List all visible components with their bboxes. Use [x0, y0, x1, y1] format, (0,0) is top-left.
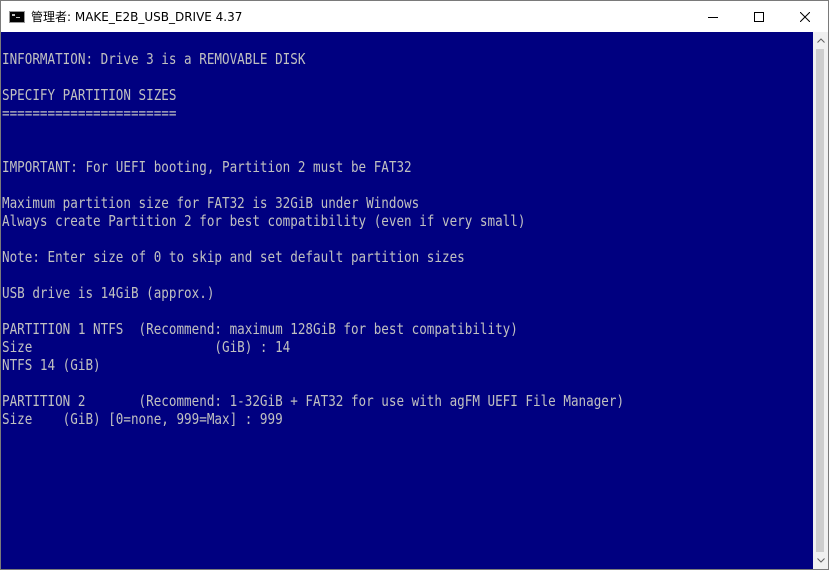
console-line: Size (GiB) : 14 — [2, 338, 291, 356]
console-line: PARTITION 2 (Recommend: 1-32GiB + FAT32 … — [2, 392, 625, 410]
console-output[interactable]: INFORMATION: Drive 3 is a REMOVABLE DISK… — [1, 32, 813, 569]
close-icon — [800, 11, 810, 22]
console-line: USB drive is 14GiB (approx.) — [2, 284, 215, 302]
console-line: IMPORTANT: For UEFI booting, Partition 2… — [2, 158, 412, 176]
vertical-scrollbar[interactable] — [813, 32, 828, 569]
console-line: Maximum partition size for FAT32 is 32Gi… — [2, 194, 420, 212]
console-window: 管理者: MAKE_E2B_USB_DRIVE 4.37 INFORMATION… — [0, 0, 829, 570]
console-line: PARTITION 1 NTFS (Recommend: maximum 128… — [2, 320, 518, 338]
scroll-up-button[interactable] — [813, 32, 828, 49]
close-button[interactable] — [782, 1, 828, 32]
console-line: SPECIFY PARTITION SIZES — [2, 86, 177, 104]
console-line: Always create Partition 2 for best compa… — [2, 212, 526, 230]
maximize-button[interactable] — [736, 1, 782, 32]
scroll-down-button[interactable] — [813, 552, 828, 569]
minimize-icon — [708, 16, 718, 18]
minimize-button[interactable] — [690, 1, 736, 32]
console-app-icon[interactable] — [9, 10, 25, 23]
window-title: 管理者: MAKE_E2B_USB_DRIVE 4.37 — [31, 10, 243, 24]
window-controls — [690, 1, 828, 32]
console-line: NTFS 14 (GiB) — [2, 356, 101, 374]
scrollbar-thumb[interactable] — [816, 49, 824, 552]
title-bar[interactable]: 管理者: MAKE_E2B_USB_DRIVE 4.37 — [1, 1, 828, 32]
maximize-icon — [754, 11, 764, 22]
console-line: ======================= — [2, 104, 177, 122]
console-line: Note: Enter size of 0 to skip and set de… — [2, 248, 465, 266]
console-line: Size (GiB) [0=none, 999=Max] : 999 — [2, 410, 283, 428]
scroll-up-arrow-icon — [816, 38, 825, 43]
scroll-down-arrow-icon — [816, 558, 825, 563]
console-line: INFORMATION: Drive 3 is a REMOVABLE DISK — [2, 50, 306, 68]
